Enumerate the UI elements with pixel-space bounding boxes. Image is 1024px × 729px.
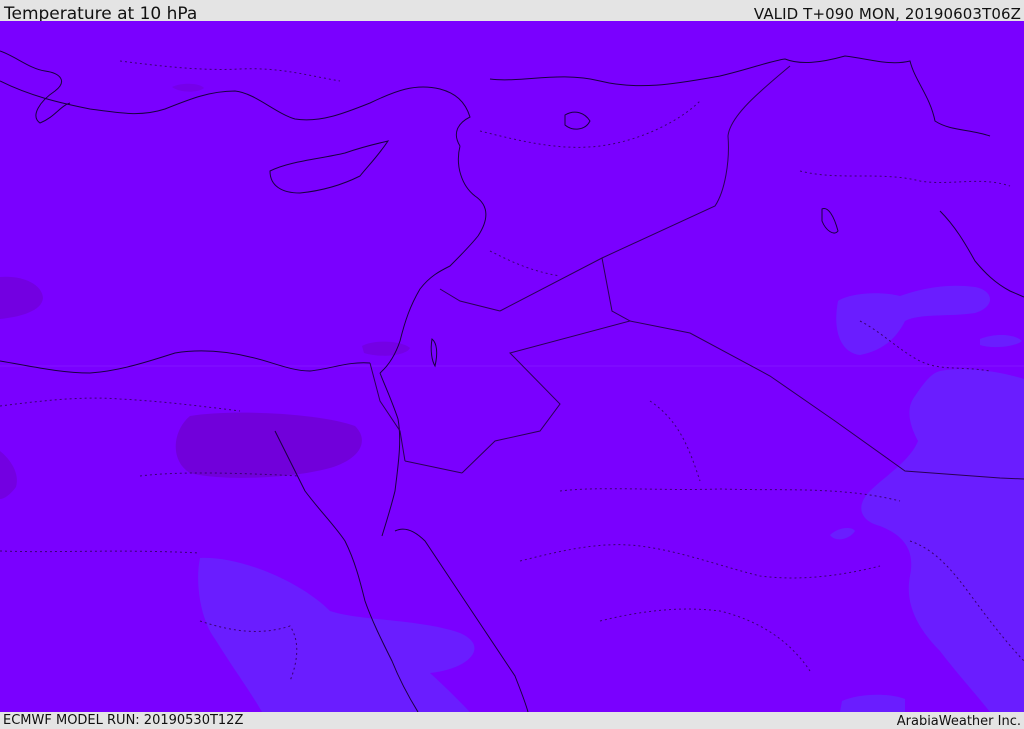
credit-label: ArabiaWeather Inc. xyxy=(896,714,1021,729)
map-canvas xyxy=(0,21,1024,713)
footer-bar: ECMWF MODEL RUN: 20190530T12Z ArabiaWeat… xyxy=(0,712,1024,729)
model-run-label: ECMWF MODEL RUN: 20190530T12Z xyxy=(3,713,244,728)
header-bar: Temperature at 10 hPa VALID T+090 MON, 2… xyxy=(0,0,1024,24)
temperature-map[interactable] xyxy=(0,21,1024,713)
